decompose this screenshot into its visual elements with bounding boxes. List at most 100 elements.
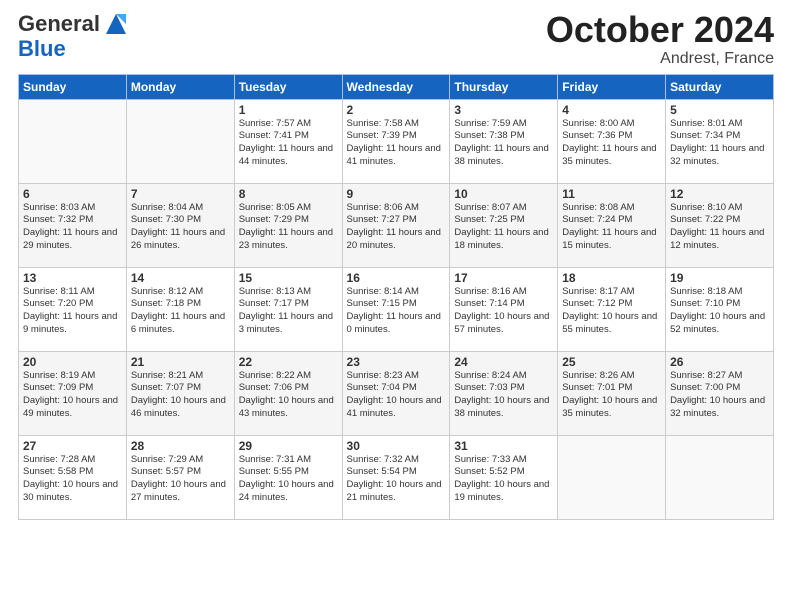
cell-info: Sunrise: 8:16 AMSunset: 7:14 PMDaylight:… [454, 286, 553, 337]
calendar-cell: 17Sunrise: 8:16 AMSunset: 7:14 PMDayligh… [450, 267, 558, 351]
cell-info: Sunrise: 8:19 AMSunset: 7:09 PMDaylight:… [23, 370, 122, 421]
cell-info: Sunrise: 8:03 AMSunset: 7:32 PMDaylight:… [23, 202, 122, 253]
calendar-cell: 11Sunrise: 8:08 AMSunset: 7:24 PMDayligh… [558, 183, 666, 267]
day-number: 29 [239, 439, 338, 453]
day-number: 31 [454, 439, 553, 453]
week-row-2: 6Sunrise: 8:03 AMSunset: 7:32 PMDaylight… [19, 183, 774, 267]
header-day-wednesday: Wednesday [342, 74, 450, 99]
cell-info: Sunrise: 7:59 AMSunset: 7:38 PMDaylight:… [454, 118, 553, 169]
day-number: 10 [454, 187, 553, 201]
week-row-1: 1Sunrise: 7:57 AMSunset: 7:41 PMDaylight… [19, 99, 774, 183]
calendar-cell: 29Sunrise: 7:31 AMSunset: 5:55 PMDayligh… [234, 435, 342, 519]
calendar-cell: 20Sunrise: 8:19 AMSunset: 7:09 PMDayligh… [19, 351, 127, 435]
day-number: 1 [239, 103, 338, 117]
calendar-cell: 10Sunrise: 8:07 AMSunset: 7:25 PMDayligh… [450, 183, 558, 267]
header-day-tuesday: Tuesday [234, 74, 342, 99]
cell-info: Sunrise: 8:14 AMSunset: 7:15 PMDaylight:… [347, 286, 446, 337]
day-number: 19 [670, 271, 769, 285]
day-number: 30 [347, 439, 446, 453]
location: Andrest, France [546, 50, 774, 68]
cell-info: Sunrise: 8:17 AMSunset: 7:12 PMDaylight:… [562, 286, 661, 337]
day-number: 2 [347, 103, 446, 117]
cell-info: Sunrise: 8:08 AMSunset: 7:24 PMDaylight:… [562, 202, 661, 253]
calendar-cell: 3Sunrise: 7:59 AMSunset: 7:38 PMDaylight… [450, 99, 558, 183]
cell-info: Sunrise: 8:01 AMSunset: 7:34 PMDaylight:… [670, 118, 769, 169]
calendar-cell [666, 435, 774, 519]
calendar-cell [126, 99, 234, 183]
calendar-cell: 1Sunrise: 7:57 AMSunset: 7:41 PMDaylight… [234, 99, 342, 183]
day-number: 17 [454, 271, 553, 285]
month-title: October 2024 [546, 10, 774, 50]
cell-info: Sunrise: 8:06 AMSunset: 7:27 PMDaylight:… [347, 202, 446, 253]
day-number: 20 [23, 355, 122, 369]
cell-info: Sunrise: 8:18 AMSunset: 7:10 PMDaylight:… [670, 286, 769, 337]
cell-info: Sunrise: 7:33 AMSunset: 5:52 PMDaylight:… [454, 454, 553, 505]
calendar-cell: 13Sunrise: 8:11 AMSunset: 7:20 PMDayligh… [19, 267, 127, 351]
cell-info: Sunrise: 8:11 AMSunset: 7:20 PMDaylight:… [23, 286, 122, 337]
day-number: 5 [670, 103, 769, 117]
day-number: 9 [347, 187, 446, 201]
day-number: 21 [131, 355, 230, 369]
logo-blue-text: Blue [18, 36, 66, 61]
cell-info: Sunrise: 8:23 AMSunset: 7:04 PMDaylight:… [347, 370, 446, 421]
calendar-cell: 6Sunrise: 8:03 AMSunset: 7:32 PMDaylight… [19, 183, 127, 267]
week-row-3: 13Sunrise: 8:11 AMSunset: 7:20 PMDayligh… [19, 267, 774, 351]
day-number: 8 [239, 187, 338, 201]
day-number: 25 [562, 355, 661, 369]
calendar-cell: 18Sunrise: 8:17 AMSunset: 7:12 PMDayligh… [558, 267, 666, 351]
day-number: 18 [562, 271, 661, 285]
calendar-cell: 27Sunrise: 7:28 AMSunset: 5:58 PMDayligh… [19, 435, 127, 519]
cell-info: Sunrise: 8:24 AMSunset: 7:03 PMDaylight:… [454, 370, 553, 421]
calendar-cell: 16Sunrise: 8:14 AMSunset: 7:15 PMDayligh… [342, 267, 450, 351]
cell-info: Sunrise: 8:12 AMSunset: 7:18 PMDaylight:… [131, 286, 230, 337]
header-day-sunday: Sunday [19, 74, 127, 99]
day-number: 11 [562, 187, 661, 201]
header-day-monday: Monday [126, 74, 234, 99]
cell-info: Sunrise: 8:13 AMSunset: 7:17 PMDaylight:… [239, 286, 338, 337]
day-number: 7 [131, 187, 230, 201]
cell-info: Sunrise: 7:32 AMSunset: 5:54 PMDaylight:… [347, 454, 446, 505]
header-day-friday: Friday [558, 74, 666, 99]
day-number: 22 [239, 355, 338, 369]
calendar-cell [19, 99, 127, 183]
header-day-saturday: Saturday [666, 74, 774, 99]
calendar-cell: 12Sunrise: 8:10 AMSunset: 7:22 PMDayligh… [666, 183, 774, 267]
calendar-cell: 4Sunrise: 8:00 AMSunset: 7:36 PMDaylight… [558, 99, 666, 183]
calendar-cell: 24Sunrise: 8:24 AMSunset: 7:03 PMDayligh… [450, 351, 558, 435]
cell-info: Sunrise: 7:57 AMSunset: 7:41 PMDaylight:… [239, 118, 338, 169]
calendar-cell: 31Sunrise: 7:33 AMSunset: 5:52 PMDayligh… [450, 435, 558, 519]
cell-info: Sunrise: 7:31 AMSunset: 5:55 PMDaylight:… [239, 454, 338, 505]
calendar-cell: 30Sunrise: 7:32 AMSunset: 5:54 PMDayligh… [342, 435, 450, 519]
cell-info: Sunrise: 7:28 AMSunset: 5:58 PMDaylight:… [23, 454, 122, 505]
calendar-cell: 5Sunrise: 8:01 AMSunset: 7:34 PMDaylight… [666, 99, 774, 183]
calendar-cell: 25Sunrise: 8:26 AMSunset: 7:01 PMDayligh… [558, 351, 666, 435]
day-number: 15 [239, 271, 338, 285]
calendar-cell: 7Sunrise: 8:04 AMSunset: 7:30 PMDaylight… [126, 183, 234, 267]
calendar-cell: 21Sunrise: 8:21 AMSunset: 7:07 PMDayligh… [126, 351, 234, 435]
cell-info: Sunrise: 7:58 AMSunset: 7:39 PMDaylight:… [347, 118, 446, 169]
calendar-cell: 19Sunrise: 8:18 AMSunset: 7:10 PMDayligh… [666, 267, 774, 351]
cell-info: Sunrise: 8:07 AMSunset: 7:25 PMDaylight:… [454, 202, 553, 253]
header: General Blue October 2024 Andrest, Franc… [18, 10, 774, 68]
calendar-table: SundayMondayTuesdayWednesdayThursdayFrid… [18, 74, 774, 520]
logo-icon [102, 10, 130, 38]
cell-info: Sunrise: 8:05 AMSunset: 7:29 PMDaylight:… [239, 202, 338, 253]
cell-info: Sunrise: 7:29 AMSunset: 5:57 PMDaylight:… [131, 454, 230, 505]
cell-info: Sunrise: 8:26 AMSunset: 7:01 PMDaylight:… [562, 370, 661, 421]
logo: General Blue [18, 10, 130, 61]
calendar-cell [558, 435, 666, 519]
calendar-cell: 22Sunrise: 8:22 AMSunset: 7:06 PMDayligh… [234, 351, 342, 435]
cell-info: Sunrise: 8:21 AMSunset: 7:07 PMDaylight:… [131, 370, 230, 421]
day-number: 28 [131, 439, 230, 453]
calendar-cell: 14Sunrise: 8:12 AMSunset: 7:18 PMDayligh… [126, 267, 234, 351]
calendar-cell: 15Sunrise: 8:13 AMSunset: 7:17 PMDayligh… [234, 267, 342, 351]
logo-general-text: General [18, 13, 100, 35]
calendar-header-row: SundayMondayTuesdayWednesdayThursdayFrid… [19, 74, 774, 99]
calendar-cell: 2Sunrise: 7:58 AMSunset: 7:39 PMDaylight… [342, 99, 450, 183]
day-number: 12 [670, 187, 769, 201]
title-block: October 2024 Andrest, France [546, 10, 774, 68]
week-row-5: 27Sunrise: 7:28 AMSunset: 5:58 PMDayligh… [19, 435, 774, 519]
day-number: 14 [131, 271, 230, 285]
calendar-cell: 23Sunrise: 8:23 AMSunset: 7:04 PMDayligh… [342, 351, 450, 435]
page: General Blue October 2024 Andrest, Franc… [0, 0, 792, 612]
